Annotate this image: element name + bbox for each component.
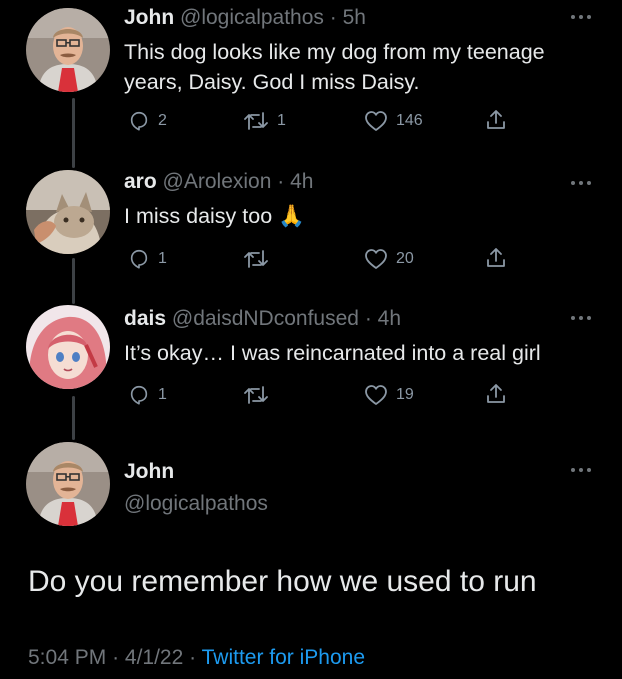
- avatar[interactable]: [26, 442, 110, 526]
- user-handle[interactable]: @Arolexion: [163, 170, 272, 193]
- reply-icon: [130, 111, 148, 131]
- share-icon: [487, 384, 505, 403]
- tweet-time[interactable]: 5:04 PM: [28, 646, 106, 669]
- tweet-header: dais @daisdNDconfused · 4h: [124, 306, 401, 332]
- tweet-text: It’s okay… I was reincarnated into a rea…: [124, 338, 604, 368]
- main-author: John @logicalpathos: [124, 458, 268, 518]
- tweet-text-line: It’s okay… I was reincarnated into a rea…: [124, 341, 541, 365]
- like-icon: [365, 249, 387, 269]
- tweet-text-line: years, Daisy. God I miss Daisy.: [124, 70, 420, 94]
- display-name[interactable]: dais: [124, 307, 166, 330]
- display-name[interactable]: John: [124, 6, 174, 29]
- reply-count: 1: [158, 250, 167, 267]
- reply-button[interactable]: 1: [128, 248, 167, 270]
- more-icon[interactable]: [570, 466, 592, 474]
- separator: ·: [189, 646, 197, 669]
- thread-line: [72, 258, 75, 304]
- like-count: 19: [396, 386, 414, 403]
- share-button[interactable]: [484, 382, 508, 406]
- separator: ·: [329, 6, 337, 29]
- like-button[interactable]: 20: [364, 248, 414, 270]
- reply-count: 1: [158, 386, 167, 403]
- thread-line: [72, 98, 75, 168]
- display-name[interactable]: John: [124, 458, 268, 486]
- avatar[interactable]: [26, 170, 110, 254]
- like-button[interactable]: 19: [364, 384, 414, 406]
- tweet-time[interactable]: 4h: [378, 307, 401, 330]
- like-icon: [365, 385, 387, 405]
- share-icon: [487, 248, 505, 267]
- avatar[interactable]: [26, 305, 110, 389]
- like-icon: [365, 111, 387, 131]
- tweet-time[interactable]: 4h: [290, 170, 313, 193]
- reply-icon: [130, 249, 148, 269]
- display-name[interactable]: aro: [124, 170, 157, 193]
- tweet-text: This dog looks like my dog from my teena…: [124, 37, 604, 97]
- more-icon[interactable]: [570, 179, 592, 187]
- reply-button[interactable]: 1: [128, 384, 167, 406]
- tweet-text-line: I miss daisy too 🙏: [124, 204, 305, 228]
- share-button[interactable]: [484, 108, 508, 132]
- avatar[interactable]: [26, 8, 110, 92]
- user-handle[interactable]: @daisdNDconfused: [172, 307, 359, 330]
- like-button[interactable]: 146: [364, 110, 423, 132]
- retweet-button[interactable]: 1: [243, 110, 286, 132]
- tweet-timestamp: 5:04 PM · 4/1/22 · Twitter for iPhone: [28, 644, 365, 672]
- reply-icon: [130, 385, 148, 405]
- separator: ·: [112, 646, 120, 669]
- more-icon[interactable]: [570, 314, 592, 322]
- share-button[interactable]: [484, 246, 508, 270]
- tweet-text: I miss daisy too 🙏: [124, 201, 604, 231]
- separator: ·: [364, 307, 372, 330]
- like-count: 146: [396, 112, 423, 129]
- retweet-button[interactable]: [243, 248, 269, 270]
- retweet-count: 1: [277, 112, 286, 129]
- tweet-date[interactable]: 4/1/22: [125, 646, 183, 669]
- tweet-text-line: This dog looks like my dog from my teena…: [124, 40, 545, 64]
- tweet-header: John @logicalpathos · 5h: [124, 5, 366, 31]
- reply-button[interactable]: 2: [128, 110, 167, 132]
- more-icon[interactable]: [570, 13, 592, 21]
- user-handle[interactable]: @logicalpathos: [124, 490, 268, 518]
- tweet-header: aro @Arolexion · 4h: [124, 169, 313, 195]
- share-icon: [487, 110, 505, 129]
- thread-line: [72, 396, 75, 440]
- retweet-icon: [244, 386, 268, 404]
- separator: ·: [277, 170, 285, 193]
- tweet-source-link[interactable]: Twitter for iPhone: [202, 646, 365, 669]
- user-handle[interactable]: @logicalpathos: [180, 6, 324, 29]
- retweet-icon: [244, 250, 268, 268]
- reply-count: 2: [158, 112, 167, 129]
- retweet-button[interactable]: [243, 384, 269, 406]
- tweet-time[interactable]: 5h: [343, 6, 366, 29]
- main-tweet-text: Do you remember how we used to run: [28, 565, 537, 598]
- like-count: 20: [396, 250, 414, 267]
- retweet-icon: [244, 112, 268, 130]
